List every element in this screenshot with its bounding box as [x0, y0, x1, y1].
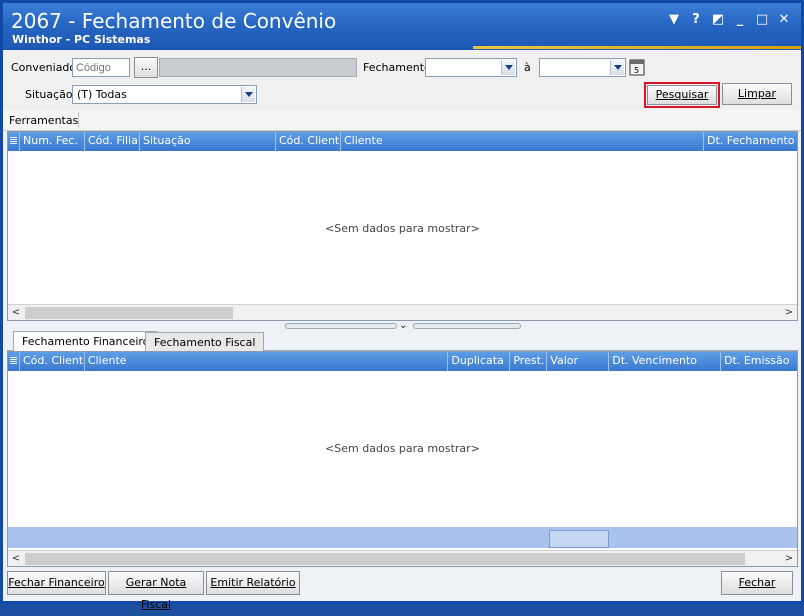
collapse-chevron-icon[interactable]: ⌄: [399, 320, 407, 331]
titulos-grid: ≣ Cód. Cliente Cliente Duplicata Prest. …: [7, 351, 798, 567]
minimize-icon[interactable]: _: [729, 11, 751, 29]
fechar-button[interactable]: Fechar: [721, 571, 793, 595]
fechamentos-grid-header: ≣ Num. Fec. Cód. Filial Situação Cód. Cl…: [8, 132, 797, 151]
scroll-left-icon[interactable]: <: [8, 551, 24, 567]
emitir-relatorio-button[interactable]: Emitir Relatório: [206, 571, 300, 595]
splitter-grip[interactable]: [413, 323, 521, 329]
column-header[interactable]: Cód. Cliente: [20, 352, 85, 371]
column-header[interactable]: Num. Fec.: [20, 132, 85, 151]
window-subtitle: Winthor - PC Sistemas: [12, 33, 151, 46]
menu-dropdown-icon[interactable]: ▼: [663, 11, 685, 29]
conveniado-browse-button[interactable]: ...: [134, 57, 158, 78]
help-icon[interactable]: ?: [685, 11, 707, 29]
application-window: 2067 - Fechamento de Convênio Winthor - …: [0, 0, 804, 611]
column-chooser-icon[interactable]: ≣: [8, 352, 20, 371]
footer-bar: Fechar Financeiro Gerar Nota Fiscal Emit…: [3, 568, 801, 611]
ferramentas-menu[interactable]: Ferramentas: [9, 114, 78, 127]
column-header[interactable]: Situação: [140, 132, 276, 151]
titulos-grid-header: ≣ Cód. Cliente Cliente Duplicata Prest. …: [8, 352, 797, 371]
pesquisar-button[interactable]: Pesquisar: [647, 85, 717, 105]
column-header[interactable]: Cód. Filial: [85, 132, 140, 151]
column-chooser-icon[interactable]: ≣: [8, 132, 20, 151]
column-header[interactable]: Dt. Fechamento Pr: [704, 132, 797, 151]
fechamento-end-date[interactable]: [539, 58, 626, 77]
scroll-left-icon[interactable]: <: [8, 305, 24, 321]
column-header[interactable]: Valor: [547, 352, 610, 371]
tab-fechamento-fiscal[interactable]: Fechamento Fiscal: [145, 332, 265, 351]
title-accent-bar: [473, 46, 801, 49]
column-header[interactable]: Dt. Vencimento: [609, 352, 722, 371]
title-bar: 2067 - Fechamento de Convênio Winthor - …: [3, 3, 801, 50]
fechamento-start-date[interactable]: [425, 58, 517, 77]
chevron-down-icon[interactable]: [241, 87, 255, 102]
situacao-label: Situação: [25, 88, 73, 101]
column-header[interactable]: Dt. Emissão: [721, 352, 797, 371]
situacao-select[interactable]: (T) Todas: [72, 85, 257, 104]
gerar-nota-fiscal-button[interactable]: Gerar Nota Fiscal: [108, 571, 204, 611]
column-header[interactable]: Cliente: [85, 352, 449, 371]
conveniado-codigo-input[interactable]: [72, 58, 130, 77]
a-label: à: [524, 61, 531, 74]
fechamentos-grid: ≣ Num. Fec. Cód. Filial Situação Cód. Cl…: [7, 131, 798, 321]
chevron-down-icon[interactable]: [501, 60, 515, 75]
horizontal-scrollbar[interactable]: < >: [8, 550, 797, 566]
scroll-right-icon[interactable]: >: [781, 551, 797, 567]
svg-text:5: 5: [634, 66, 639, 75]
scroll-right-icon[interactable]: >: [781, 305, 797, 321]
valor-total-cell: [549, 530, 609, 548]
tab-fechamento-financeiro[interactable]: Fechamento Financeiro: [13, 331, 159, 351]
conveniado-name-field: [159, 58, 357, 77]
column-header[interactable]: Prest.: [510, 352, 548, 371]
empty-message: <Sem dados para mostrar>: [325, 442, 480, 455]
fechamento-label: Fechamento: [363, 61, 431, 74]
window-title: 2067 - Fechamento de Convênio: [11, 9, 337, 33]
calendar-icon[interactable]: 5: [628, 58, 646, 77]
maximize-icon[interactable]: □: [751, 11, 773, 29]
limpar-button[interactable]: Limpar: [722, 83, 792, 105]
tools-strip: Ferramentas: [3, 110, 801, 131]
scroll-thumb[interactable]: [25, 307, 233, 319]
close-icon[interactable]: ✕: [773, 11, 795, 29]
column-header[interactable]: Cliente: [341, 132, 704, 151]
horizontal-scrollbar[interactable]: < >: [8, 304, 797, 320]
empty-message: <Sem dados para mostrar>: [325, 222, 480, 235]
panel-splitter[interactable]: ⌄: [3, 320, 801, 331]
window-controls: ▼ ? ◩ _ □ ✕: [663, 11, 795, 29]
chevron-down-icon[interactable]: [610, 60, 624, 75]
splitter-grip[interactable]: [285, 323, 397, 329]
toolbar-divider: [78, 112, 79, 128]
totals-bar: [8, 527, 797, 548]
restore-layout-icon[interactable]: ◩: [707, 11, 729, 29]
situacao-value: (T) Todas: [77, 88, 127, 101]
fechar-financeiro-button[interactable]: Fechar Financeiro: [7, 571, 106, 595]
conveniado-label: Conveniado: [11, 61, 77, 74]
scroll-thumb[interactable]: [25, 553, 745, 565]
filter-panel: Conveniado ... Fechamento à 5 Situação (…: [3, 50, 801, 110]
column-header[interactable]: Duplicata: [448, 352, 511, 371]
column-header[interactable]: Cód. Cliente: [276, 132, 341, 151]
